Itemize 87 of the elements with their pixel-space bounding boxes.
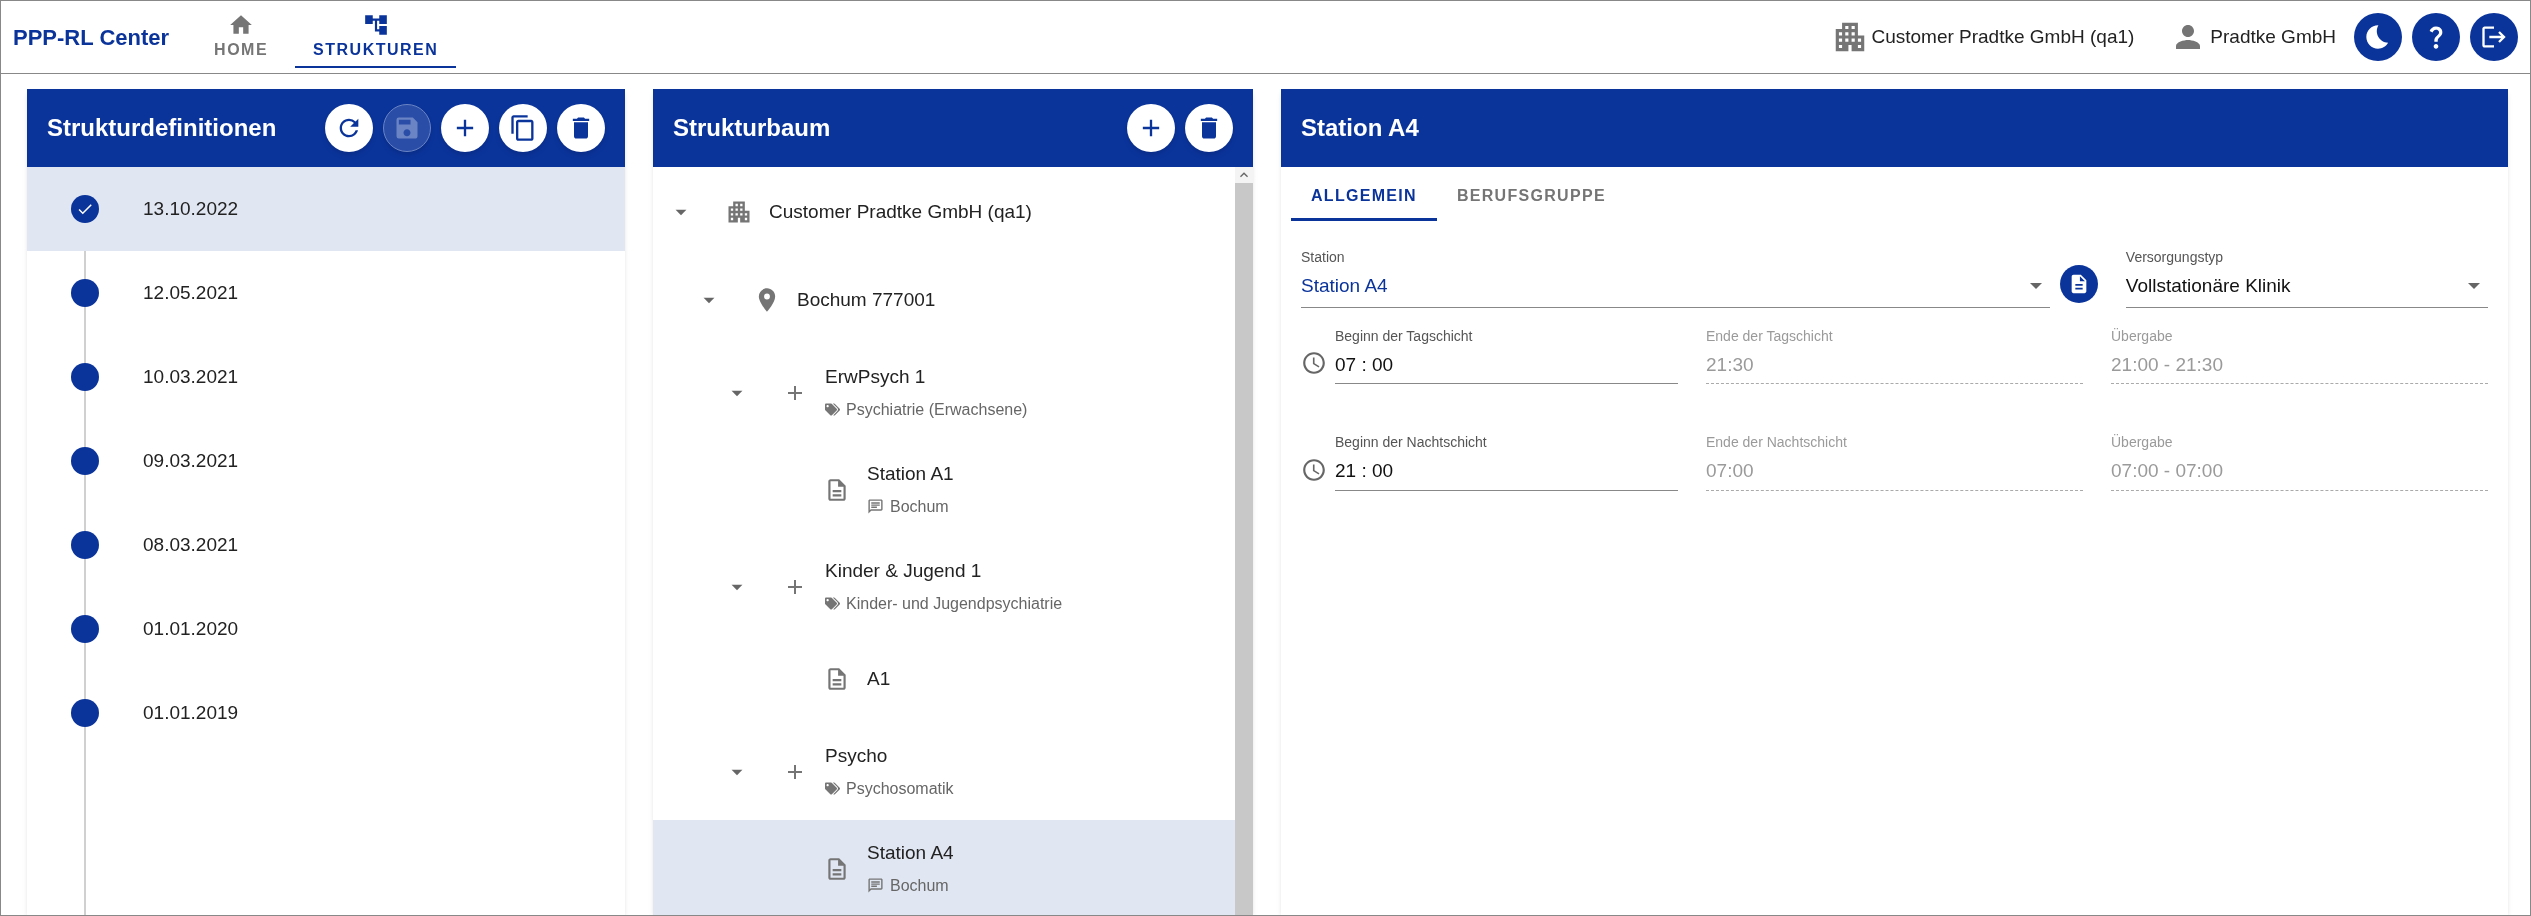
- tab[interactable]: BERUFSGRUPPE: [1436, 173, 1626, 221]
- field-label: Übergabe: [2111, 433, 2174, 452]
- field-label: Station: [1301, 248, 1346, 267]
- definition-date: 08.03.2021: [143, 532, 239, 557]
- app-title: PPP-RL Center: [13, 23, 170, 52]
- field-label: Versorgungstyp: [2125, 248, 2225, 267]
- tree-item[interactable]: Customer Pradtke GmbH (qa1): [653, 168, 1235, 256]
- user-name: Pradtke GmbH: [2210, 24, 2336, 49]
- tree-item-label: Kinder & Jugend 1: [825, 559, 983, 584]
- tab[interactable]: ALLGEMEIN: [1291, 173, 1437, 221]
- tree-item[interactable]: A1: [653, 635, 1235, 723]
- document-button[interactable]: [2059, 264, 2098, 303]
- scrollbar[interactable]: [1235, 167, 1253, 915]
- field-value: Vollstationäre Klinik: [2125, 274, 2292, 298]
- field-value: 07 : 00: [1335, 352, 1395, 377]
- copy-button[interactable]: [499, 104, 547, 152]
- definition-date: 10.03.2021: [143, 364, 239, 389]
- tree-item-subtitle: Bochum: [890, 875, 949, 896]
- copy-icon: [509, 114, 537, 142]
- tags-icon: [825, 781, 840, 797]
- field-value: 21:30: [1706, 352, 1755, 377]
- help-button[interactable]: [2412, 13, 2460, 61]
- customer-name: Customer Pradtke GmbH (qa1): [1871, 24, 2135, 49]
- add-button[interactable]: [1127, 104, 1175, 152]
- tree-item-label: Psycho: [825, 744, 889, 769]
- nav-tab[interactable]: HOME: [193, 6, 290, 68]
- tree-item-label: A1: [867, 666, 891, 691]
- definition-item[interactable]: 01.01.2019: [27, 671, 625, 755]
- theme-button[interactable]: [2354, 13, 2402, 61]
- caret-icon: [2029, 283, 2042, 290]
- tree-item-label: Station A4: [867, 841, 954, 866]
- tree-item-subtitle: Psychosomatik: [846, 778, 954, 799]
- field-value: 07:00: [1706, 459, 1755, 483]
- definition-date: 13.10.2022: [143, 196, 239, 221]
- tree-item-subtitle: Psychiatrie (Erwachsene): [846, 399, 1028, 420]
- tree-item[interactable]: ErwPsych 1 Psychiatrie (Erwachsene): [653, 344, 1235, 441]
- field-label: Beginn der Nachtschicht: [1335, 433, 1488, 452]
- time-field[interactable]: Beginn der Tagschicht 07 : 00: [1335, 325, 1678, 384]
- panel-title: Strukturdefinitionen: [47, 113, 278, 143]
- definition-date: 01.01.2020: [143, 616, 239, 641]
- add-button[interactable]: [441, 104, 489, 152]
- field-label: Beginn der Tagschicht: [1335, 326, 1474, 346]
- tree-item-subtitle: Bochum: [890, 496, 949, 517]
- field-label: Ende der Tagschicht: [1706, 326, 1834, 346]
- nav-tab[interactable]: STRUKTUREN: [295, 6, 457, 68]
- field-label: Ende der Nachtschicht: [1706, 433, 1848, 452]
- logout-button[interactable]: [2470, 13, 2518, 61]
- field-value: Station A4: [1301, 274, 1389, 298]
- clock-icon: [1301, 456, 1327, 483]
- field-value: 21:00 - 21:30: [2111, 352, 2224, 377]
- comment-icon: [867, 877, 884, 895]
- hierarchy-icon: [362, 12, 389, 38]
- tree-item-label: Customer Pradtke GmbH (qa1): [769, 199, 1032, 224]
- definition-date: 12.05.2021: [143, 280, 239, 305]
- clock-icon: [1301, 350, 1327, 376]
- tree-item-label: ErwPsych 1: [825, 365, 927, 390]
- tags-icon: [825, 402, 840, 418]
- comment-icon: [867, 498, 884, 516]
- caret-icon: [2468, 283, 2480, 290]
- care-type-select[interactable]: Versorgungstyp Vollstationäre Klinik: [2125, 247, 2488, 308]
- delete-button[interactable]: [557, 104, 605, 152]
- field-label: Übergabe: [2111, 326, 2174, 346]
- tree-item[interactable]: Station A4 Bochum: [653, 820, 1235, 915]
- time-field[interactable]: Beginn der Nachtschicht 21 : 00: [1335, 432, 1678, 491]
- tree-item-label: Bochum 777001: [797, 287, 936, 312]
- definition-item[interactable]: 01.01.2020: [27, 587, 625, 671]
- tree-item-subtitle: Kinder- und Jugendpsychiatrie: [846, 593, 1063, 614]
- definition-item[interactable]: 10.03.2021: [27, 335, 625, 419]
- panel-title: Station A4: [1301, 113, 1419, 143]
- tree-item[interactable]: Psycho Psychosomatik: [653, 723, 1235, 820]
- tree-item[interactable]: Kinder & Jugend 1 Kinder- und Jugendpsychiatrie: [653, 538, 1235, 635]
- tree-item-label: Station A1: [867, 462, 954, 487]
- tags-icon: [825, 596, 840, 612]
- definition-item[interactable]: 09.03.2021: [27, 419, 625, 503]
- definition-date: 09.03.2021: [143, 448, 239, 473]
- definition-date: 01.01.2019: [143, 700, 239, 725]
- field-value: 21 : 00: [1335, 459, 1395, 483]
- tree-item[interactable]: Station A1 Bochum: [653, 441, 1235, 538]
- field-value: 07:00 - 07:00: [2111, 459, 2224, 483]
- station-select[interactable]: Station Station A4: [1301, 247, 2050, 308]
- panel-title: Strukturbaum: [673, 113, 832, 143]
- definition-item[interactable]: 08.03.2021: [27, 503, 625, 587]
- tree-item[interactable]: Bochum 777001: [653, 256, 1235, 344]
- refresh-button[interactable]: [325, 104, 373, 152]
- definition-item[interactable]: 13.10.2022: [27, 167, 625, 251]
- definition-item[interactable]: 12.05.2021: [27, 251, 625, 335]
- delete-button[interactable]: [1185, 104, 1233, 152]
